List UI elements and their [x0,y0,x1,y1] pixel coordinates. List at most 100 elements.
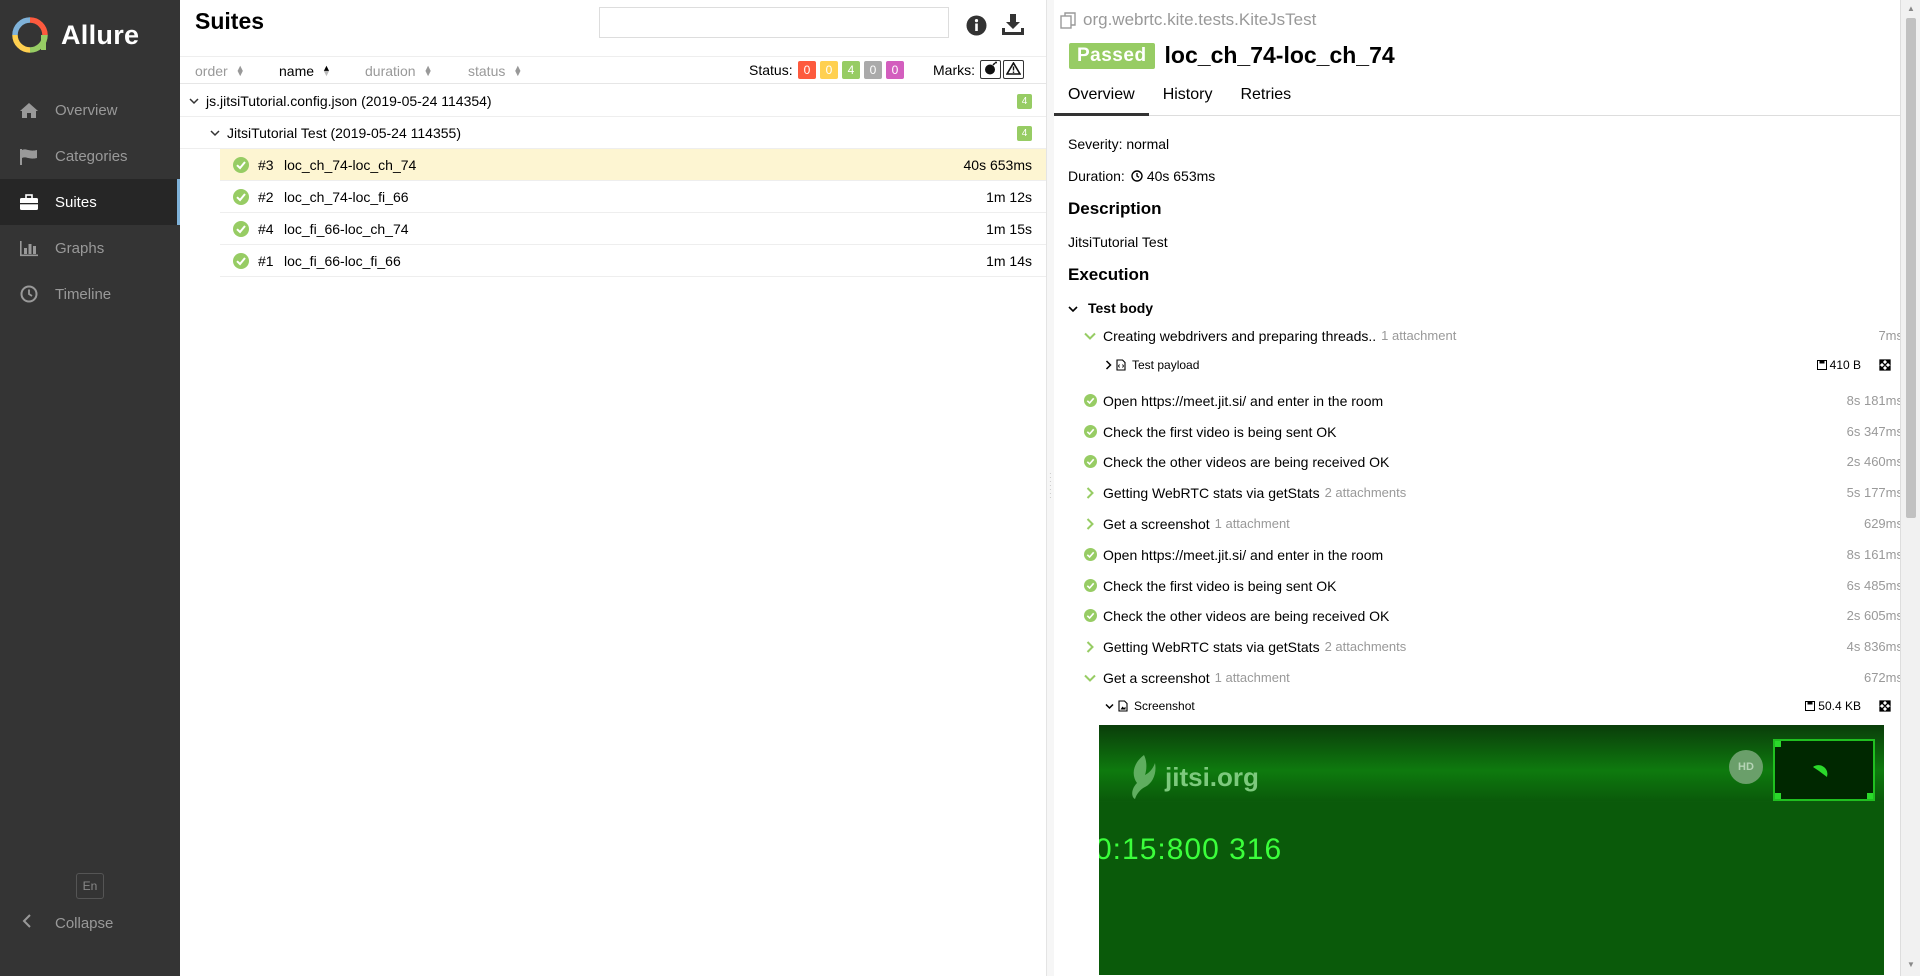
test-duration: 1m 15s [986,221,1032,237]
sidebar-item-timeline[interactable]: Timeline [0,271,180,317]
status-count-skipped[interactable]: 0 [864,61,882,79]
collapse-label: Collapse [55,914,114,932]
step-time: 6s 347ms [1846,424,1900,439]
attachment-size: 50.4 KB [1805,699,1861,713]
chevron-right-icon [1105,360,1112,370]
suite-subgroup-label: JitsiTutorial Test (2019-05-24 114355) [227,124,461,141]
step-time: 629ms [1863,516,1900,531]
sidebar-item-overview[interactable]: Overview [0,87,180,133]
suite-subgroup[interactable]: JitsiTutorial Test (2019-05-24 114355) 4 [180,117,1046,149]
step-row[interactable]: Check the other videos are being receive… [1083,600,1900,631]
step-row[interactable]: Getting WebRTC stats via getStats 2 atta… [1083,477,1900,508]
suites-pane: Suites order ▲ ▼ name ▲ ▼ duration ▲ ▼ stat… [180,0,1046,976]
step-row[interactable]: Get a screenshot 1 attachment 629ms [1083,508,1900,539]
step-time: 7ms [1878,328,1900,343]
file-image-icon [1118,700,1128,712]
save-icon [1805,701,1816,711]
search-input[interactable] [599,7,949,38]
pane-splitter[interactable]: · · · · · · · [1046,0,1054,976]
save-icon [1816,360,1827,370]
chevron-down-icon [210,129,222,137]
attachment-row[interactable]: Test payload 410 B [1105,351,1895,379]
status-count-broken[interactable]: 0 [820,61,838,79]
test-detail-pane: org.webrtc.kite.tests.KiteJsTest Passed … [1054,0,1900,976]
step-row[interactable]: Check the first video is being sent OK 6… [1083,416,1900,447]
test-duration: 1m 12s [986,189,1032,205]
sidebar-item-suites[interactable]: Suites [0,179,180,225]
test-row[interactable]: #3 loc_ch_74-loc_ch_74 40s 653ms [220,149,1046,181]
test-name: loc_fi_66-loc_ch_74 [284,220,409,237]
local-video-thumbnail [1773,739,1875,801]
test-name: loc_fi_66-loc_fi_66 [284,252,401,269]
sort-order[interactable]: order ▲ ▼ [195,63,245,79]
step-attachments: 1 attachment [1214,670,1290,685]
step-row[interactable]: Check the other videos are being receive… [1083,446,1900,477]
expand-icon[interactable] [1879,359,1891,371]
step-row[interactable]: Check the first video is being sent OK 6… [1083,570,1900,601]
test-row[interactable]: #4 loc_fi_66-loc_ch_74 1m 15s [220,213,1046,245]
passed-check-icon [1083,394,1097,408]
test-name: loc_ch_74-loc_fi_66 [284,188,409,205]
suite-subgroup-count: 4 [1017,126,1032,141]
scroll-up-icon[interactable]: ▲ [1907,4,1915,13]
step-name: Check the first video is being sent OK [1103,577,1337,594]
test-row[interactable]: #2 loc_ch_74-loc_fi_66 1m 12s [220,181,1046,213]
chevron-down-icon [1083,671,1097,685]
passed-check-icon [1083,548,1097,562]
sidebar-item-label: Timeline [55,285,112,303]
chevron-left-icon [22,914,38,932]
step-name: Getting WebRTC stats via getStats [1103,638,1320,655]
test-row[interactable]: #1 loc_fi_66-loc_fi_66 1m 14s [220,245,1046,277]
detail-scrollbar[interactable]: ▲ ▼ [1900,0,1920,976]
clock-icon [18,285,40,303]
scroll-down-icon[interactable]: ▼ [1907,960,1915,969]
test-number: #1 [258,252,274,269]
step-name: Check the other videos are being receive… [1103,607,1390,624]
status-count-failed[interactable]: 0 [798,61,816,79]
step-time: 2s 460ms [1846,454,1900,469]
sidebar-item-label: Graphs [55,239,105,257]
sort-icon: ▲ ▼ [322,63,331,78]
step-row[interactable]: Creating webdrivers and preparing thread… [1083,320,1900,351]
attachment-icons [1105,700,1134,712]
sort-name[interactable]: name ▲ ▼ [279,63,331,79]
passed-check-icon [1083,425,1097,439]
status-filter-label: Status: [749,62,793,78]
sort-label: duration [365,63,416,79]
step-name: Get a screenshot [1103,669,1210,686]
chevron-right-icon [1083,640,1097,654]
attachment-row[interactable]: Screenshot 50.4 KB [1105,692,1895,720]
flaky-mark-button[interactable] [980,60,1001,79]
new-failed-mark-button[interactable] [1003,60,1024,79]
suites-tree: js.jitsiTutorial.config.json (2019-05-24… [180,85,1046,277]
suite-group-label: js.jitsiTutorial.config.json (2019-05-24… [206,92,492,109]
allure-logo-icon [12,17,48,53]
brand[interactable]: Allure [0,0,180,70]
sidebar-item-graphs[interactable]: Graphs [0,225,180,271]
test-name: loc_ch_74-loc_ch_74 [284,156,417,173]
passed-check-icon [233,220,249,237]
sidebar-item-label: Overview [55,101,118,119]
passed-check-icon [1083,455,1097,469]
status-count-unknown[interactable]: 0 [886,61,904,79]
sidebar-item-categories[interactable]: Categories [0,133,180,179]
suite-group[interactable]: js.jitsiTutorial.config.json (2019-05-24… [180,85,1046,117]
collapse-button[interactable]: Collapse [0,908,113,938]
step-row[interactable]: Open https://meet.jit.si/ and enter in t… [1083,539,1900,570]
step-row[interactable]: Getting WebRTC stats via getStats 2 atta… [1083,631,1900,662]
brand-name: Allure [61,19,140,50]
status-count-passed[interactable]: 4 [842,61,860,79]
step-name: Open https://meet.jit.si/ and enter in t… [1103,392,1384,409]
file-code-icon [1116,359,1126,371]
info-icon[interactable] [966,15,987,36]
step-row[interactable]: Open https://meet.jit.si/ and enter in t… [1083,385,1900,416]
step-name: Open https://meet.jit.si/ and enter in t… [1103,546,1384,563]
step-row[interactable]: Get a screenshot 1 attachment 672ms [1083,662,1900,693]
expand-icon[interactable] [1879,700,1891,712]
language-button[interactable]: En [76,873,104,899]
sort-duration[interactable]: duration ▲ ▼ [365,63,433,79]
download-icon[interactable] [1001,13,1025,37]
attachment-name: Test payload [1132,358,1200,372]
scrollbar-thumb[interactable] [1906,18,1916,518]
sort-status[interactable]: status ▲ ▼ [468,63,522,79]
